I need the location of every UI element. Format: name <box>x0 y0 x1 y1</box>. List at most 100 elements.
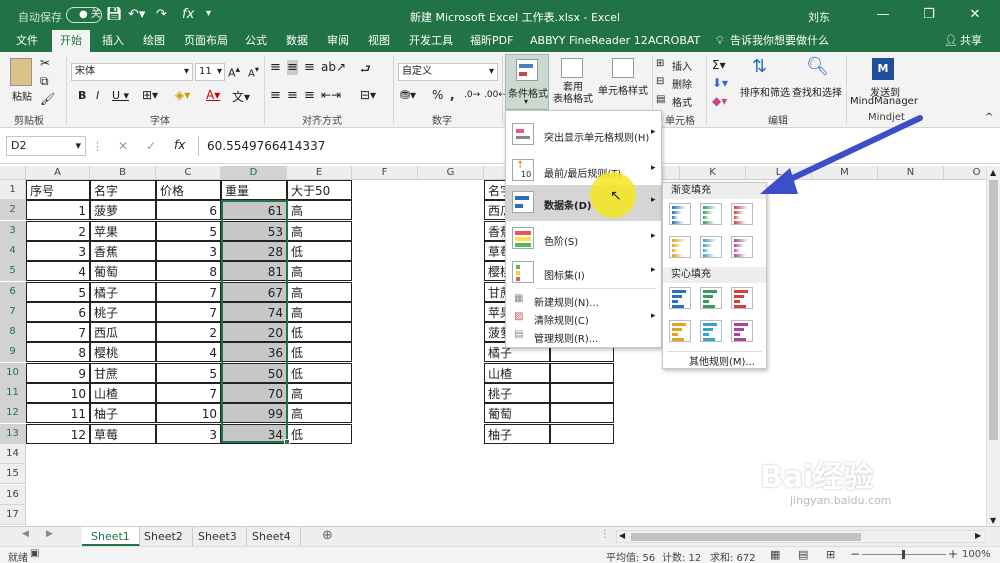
page-layout-view-icon[interactable]: ▤ <box>798 548 808 561</box>
menu-new-rule[interactable]: ▦ 新建规则(N)... <box>506 291 661 309</box>
table-cell[interactable]: 2 <box>156 322 221 343</box>
row-header-14[interactable]: 14 <box>0 443 26 464</box>
cell-style-button[interactable]: 单元格样式 <box>598 82 648 97</box>
table-cell[interactable]: 6 <box>26 301 90 322</box>
normal-view-icon[interactable]: ▦ <box>770 548 780 561</box>
name-box[interactable]: D2 ▾ <box>6 136 86 156</box>
align-middle-icon[interactable]: ≡ <box>287 60 298 75</box>
table-cell[interactable]: 樱桃 <box>90 342 156 363</box>
menu-icon-sets[interactable]: 图标集(I) ▸ <box>506 255 661 291</box>
table-cell[interactable]: 低 <box>287 342 352 363</box>
menu-color-scales[interactable]: 色阶(S) ▸ <box>506 221 661 257</box>
paste-button[interactable]: 粘贴 <box>12 88 32 103</box>
table-cell[interactable]: 高 <box>287 301 352 322</box>
format-cells-button[interactable]: 格式 <box>672 94 692 109</box>
table-cell[interactable]: 香蕉 <box>90 240 156 261</box>
table-header-cell[interactable]: 序号 <box>26 180 90 200</box>
cancel-icon[interactable]: ✕ <box>118 139 128 153</box>
lookup-name-cell[interactable]: 山楂 <box>484 362 550 383</box>
autosave-toggle[interactable]: ● 关 <box>66 7 102 23</box>
table-cell[interactable]: 9 <box>26 362 90 383</box>
table-cell[interactable]: 12 <box>26 423 90 444</box>
bold-button[interactable]: B <box>78 89 86 102</box>
undo-icon[interactable]: ↶▾ <box>128 7 145 22</box>
lookup-value-cell[interactable] <box>550 362 614 383</box>
phonetic-icon[interactable]: 文▾ <box>232 88 250 105</box>
tab-file[interactable]: 文件 <box>16 30 38 52</box>
align-left-icon[interactable]: ≡ <box>270 88 281 103</box>
table-cell[interactable]: 苹果 <box>90 220 156 241</box>
align-right-icon[interactable]: ≡ <box>304 88 315 103</box>
table-cell[interactable]: 低 <box>287 362 352 383</box>
select-all-corner[interactable] <box>0 166 26 180</box>
table-header-cell[interactable]: 名字 <box>90 180 156 200</box>
table-cell[interactable]: 7 <box>156 301 221 322</box>
table-cell[interactable]: 草莓 <box>90 423 156 444</box>
macro-record-icon[interactable]: ▣ <box>30 548 39 559</box>
row-header-2[interactable]: 2 <box>0 200 26 221</box>
tab-view[interactable]: 视图 <box>368 30 390 52</box>
percent-button[interactable]: % <box>432 88 443 102</box>
table-cell[interactable]: 橘子 <box>90 281 156 302</box>
wrap-text-icon[interactable]: ⮐ <box>360 60 371 81</box>
autosum-icon[interactable]: Σ▾ <box>712 58 726 72</box>
table-cell[interactable]: 7 <box>156 383 221 403</box>
table-header-cell[interactable]: 大于50 <box>287 180 352 200</box>
mindmanager-button[interactable]: MindManager <box>850 96 918 107</box>
insert-function-icon[interactable]: fx <box>174 138 185 152</box>
table-cell[interactable]: 高 <box>287 261 352 282</box>
minimize-button[interactable]: — <box>860 0 906 30</box>
conditional-format-button[interactable]: 条件格式 ▾ <box>505 54 549 110</box>
row-header-6[interactable]: 6 <box>0 281 26 302</box>
table-cell[interactable]: 7 <box>156 281 221 302</box>
row-header-7[interactable]: 7 <box>0 301 26 322</box>
tab-data[interactable]: 数据 <box>286 30 308 52</box>
tab-home[interactable]: 开始 <box>52 30 90 52</box>
table-cell[interactable]: 1 <box>26 200 90 221</box>
table-cell[interactable]: 5 <box>26 281 90 302</box>
prev-sheet-icon[interactable]: ◀ <box>22 529 29 539</box>
column-header-f[interactable]: F <box>352 166 418 180</box>
table-cell[interactable]: 高 <box>287 200 352 221</box>
menu-manage-rules[interactable]: ▤ 管理规则(R)... <box>506 327 661 345</box>
redo-icon[interactable]: ↷ <box>156 7 167 22</box>
column-header-e[interactable]: E <box>287 166 352 180</box>
tab-acrobat[interactable]: ACROBAT <box>648 30 700 52</box>
tell-me-search[interactable]: 告诉我你想要做什么 <box>730 30 829 52</box>
menu-highlight-rules[interactable]: 突出显示单元格规则(H) ▸ <box>506 117 661 153</box>
row-header-3[interactable]: 3 <box>0 220 26 241</box>
tab-review[interactable]: 审阅 <box>327 30 349 52</box>
number-format-select[interactable]: 自定义 ▾ <box>398 63 498 81</box>
align-top-icon[interactable]: ≡ <box>270 60 281 75</box>
table-cell[interactable]: 葡萄 <box>90 261 156 282</box>
table-cell[interactable]: 低 <box>287 322 352 343</box>
font-size-select[interactable]: 11 ▾ <box>195 63 225 81</box>
fill-color-icon[interactable]: ◈▾ <box>175 88 190 102</box>
orientation-icon[interactable]: ab↗ <box>321 60 346 74</box>
shrink-font-icon[interactable]: A▾ <box>248 64 259 79</box>
column-header-c[interactable]: C <box>156 166 221 180</box>
table-cell[interactable]: 低 <box>287 240 352 261</box>
italic-button[interactable]: I <box>96 89 99 102</box>
table-format-button[interactable]: 套用 表格格式 <box>551 82 595 106</box>
lookup-name-cell[interactable]: 桃子 <box>484 383 550 403</box>
align-center-icon[interactable]: ≡ <box>287 88 298 103</box>
table-header-cell[interactable]: 重量 <box>221 180 287 200</box>
comma-button[interactable]: , <box>450 88 455 102</box>
scroll-left-icon[interactable]: ◀ <box>619 531 625 540</box>
sheet-tab-3[interactable]: Sheet3 <box>189 527 247 546</box>
insert-cells-button[interactable]: 插入 <box>672 58 692 73</box>
align-bottom-icon[interactable]: ≡ <box>304 60 315 75</box>
paste-icon[interactable] <box>10 58 32 86</box>
merge-center-icon[interactable]: ⊟▾ <box>360 88 376 102</box>
row-header-17[interactable]: 17 <box>0 504 26 525</box>
table-cell[interactable]: 4 <box>26 261 90 282</box>
table-cell[interactable]: 8 <box>156 261 221 282</box>
enter-icon[interactable]: ✓ <box>146 139 156 153</box>
indent-icon[interactable]: ⇤⇥ <box>321 88 341 102</box>
tab-abbyy[interactable]: ABBYY FineReader 12 <box>530 30 648 52</box>
table-cell[interactable]: 3 <box>156 240 221 261</box>
data-bar-option-solid-1[interactable] <box>669 287 691 309</box>
cut-icon[interactable]: ✂ <box>40 56 50 70</box>
row-header-1[interactable]: 1 <box>0 180 26 200</box>
